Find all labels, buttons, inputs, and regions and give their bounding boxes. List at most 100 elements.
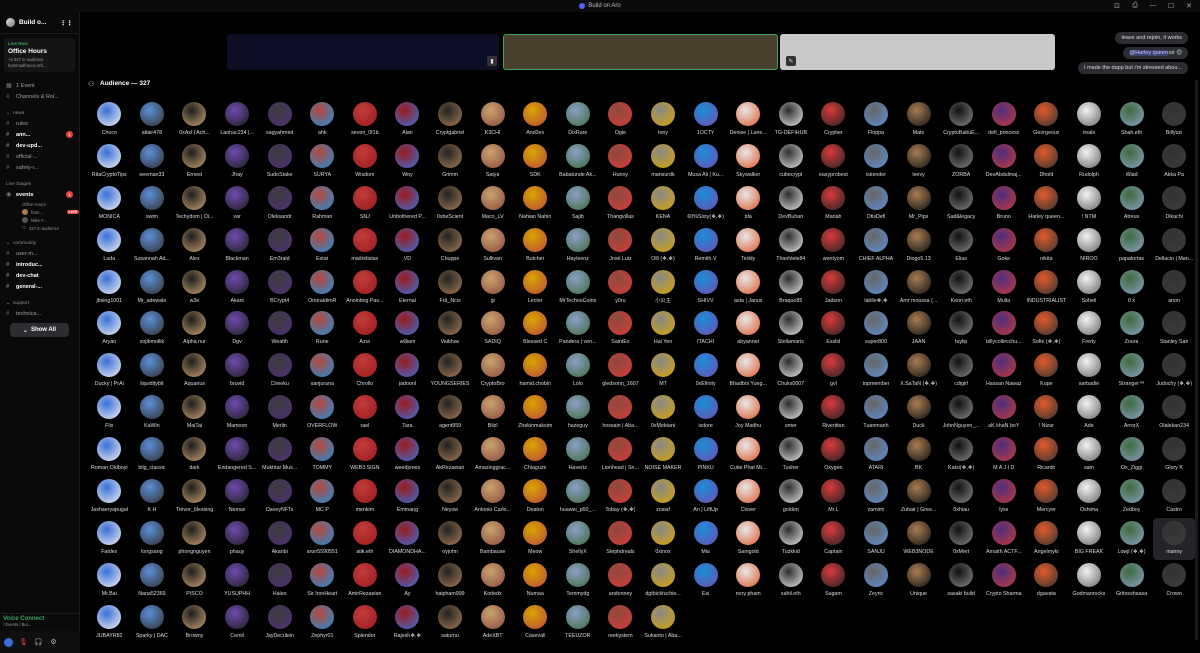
stream-tile-speaking[interactable]	[503, 34, 778, 70]
audience-member[interactable]: 小公主	[642, 267, 685, 309]
audience-member[interactable]: Chiaguze	[514, 434, 557, 476]
audience-member[interactable]: saturnu	[429, 602, 472, 644]
audience-member[interactable]: hamid.chobin	[514, 350, 557, 392]
audience-member[interactable]: Rudolph	[1068, 141, 1111, 183]
audience-member[interactable]: jadoonl	[386, 350, 429, 392]
category-live-stages[interactable]: Live Stages	[0, 179, 79, 189]
audience-member[interactable]: Cheeku	[258, 350, 301, 392]
audience-member[interactable]: Sukanto | Aba...	[642, 602, 685, 644]
audience-member[interactable]: dgtbicktuchie...	[642, 560, 685, 602]
audience-member[interactable]: Akanbi	[258, 518, 301, 560]
audience-member[interactable]: Ade	[1068, 392, 1111, 434]
audience-member[interactable]: Tuzkkid	[770, 518, 813, 560]
audience-member[interactable]: 1OCTY	[684, 99, 727, 141]
audience-member[interactable]: AmirRezaeian	[344, 560, 387, 602]
audience-member[interactable]: WEB3NODE	[897, 518, 940, 560]
audience-member[interactable]: lablle❖,❖	[855, 267, 898, 309]
audience-member[interactable]: SADIQ	[471, 308, 514, 350]
stage-events[interactable]: ◉ events 1	[0, 189, 79, 200]
audience-member[interactable]: Bruno	[982, 183, 1025, 225]
show-all-button[interactable]: ⌄ Show All	[10, 323, 69, 337]
audience-member[interactable]: Stephdreals	[599, 518, 642, 560]
category-news[interactable]: ⌄ news	[0, 108, 79, 118]
audience-member[interactable]: Harley queen...	[1025, 183, 1068, 225]
audience-member[interactable]: JayDeculein	[258, 602, 301, 644]
audience-member[interactable]: Blackman	[216, 225, 259, 267]
audience-member[interactable]: sanjurana	[301, 350, 344, 392]
audience-member[interactable]: andonney	[599, 560, 642, 602]
audience-member[interactable]: Hassan Nawaz	[982, 350, 1025, 392]
audience-member[interactable]: Jashaeryapugal	[88, 476, 131, 518]
audience-member[interactable]: Denise | Lune...	[727, 99, 770, 141]
audience-member[interactable]: Butcher	[514, 225, 557, 267]
audience-member[interactable]: Merlin	[258, 392, 301, 434]
audience-member[interactable]: Anointing Pas...	[344, 267, 387, 309]
audience-member[interactable]: JohnNguyen_...	[940, 392, 983, 434]
audience-member[interactable]: ahk	[301, 99, 344, 141]
audience-member[interactable]: ZORBA	[940, 141, 983, 183]
audience-member[interactable]: 0xMektani	[642, 392, 685, 434]
audience-member[interactable]: K3CHI	[471, 99, 514, 141]
channel-dev-updates[interactable]: # dev-upd...	[0, 140, 79, 151]
audience-member[interactable]: MC P	[301, 476, 344, 518]
audience-member[interactable]: Atreus	[1110, 183, 1153, 225]
audience-member[interactable]: easyprobest	[812, 141, 855, 183]
audience-member[interactable]: TEEUZOR	[557, 602, 600, 644]
audience-member[interactable]: sojibmollik	[131, 308, 174, 350]
audience-member[interactable]: PINKU	[684, 434, 727, 476]
audience-member[interactable]: Joy Madhu	[727, 392, 770, 434]
audience-member[interactable]: Mato	[897, 99, 940, 141]
audience-member[interactable]: Cryptgabriel	[429, 99, 472, 141]
audience-member[interactable]: Temmydg	[557, 560, 600, 602]
channel-dev-chat[interactable]: # dev-chat	[0, 270, 79, 281]
audience-member[interactable]: Meow	[514, 518, 557, 560]
audience-member[interactable]: BIG FREAK	[1068, 518, 1111, 560]
audience-member[interactable]: huawei_p60_...	[557, 476, 600, 518]
audience-member[interactable]: Ogie	[599, 99, 642, 141]
audience-member[interactable]: Techydom | Di...	[173, 183, 216, 225]
audience-member[interactable]: Numaa	[514, 560, 557, 602]
channel-introductions[interactable]: # introduc...	[0, 259, 79, 270]
audience-member[interactable]: Hunny	[599, 141, 642, 183]
audience-member[interactable]: Aquarius	[173, 350, 216, 392]
audience-member[interactable]: Mariah	[812, 183, 855, 225]
audience-member[interactable]: ArrorX	[1110, 392, 1153, 434]
audience-member[interactable]: swim	[131, 183, 174, 225]
audience-member[interactable]: YUSUPHH	[216, 560, 259, 602]
audience-member[interactable]: Eternal	[386, 267, 429, 309]
audience-member[interactable]: Vaibhav	[429, 308, 472, 350]
audience-member[interactable]: Judochy (❖,❖)	[1153, 350, 1196, 392]
audience-member[interactable]: 0 x	[1110, 267, 1153, 309]
audience-member[interactable]: Esi	[684, 560, 727, 602]
audience-member[interactable]: Mr_adewale	[131, 267, 174, 309]
audience-member[interactable]: Kodedx	[471, 560, 514, 602]
audience-member[interactable]: Billyuzi	[1153, 99, 1196, 141]
audience-member[interactable]: Hayleenz	[557, 225, 600, 267]
audience-member[interactable]: Trevor_blessing	[173, 476, 216, 518]
audience-member[interactable]: dgavata	[1025, 560, 1068, 602]
events-link[interactable]: ▦ 1 Event	[0, 80, 79, 91]
audience-member[interactable]: Kenn.eth	[940, 267, 983, 309]
audience-member[interactable]: Lolo	[557, 350, 600, 392]
audience-member[interactable]: longsang	[131, 518, 174, 560]
audience-member[interactable]: SaintEx	[599, 308, 642, 350]
category-support[interactable]: ⌄ support	[0, 298, 79, 308]
audience-member[interactable]: Nana52369	[131, 560, 174, 602]
audience-member[interactable]: And3ev	[514, 99, 557, 141]
audience-member[interactable]: phongnguyen	[173, 518, 216, 560]
audience-member[interactable]: Aryan	[88, 308, 131, 350]
audience-member[interactable]: Mia	[684, 518, 727, 560]
audience-member[interactable]: wentyom	[812, 225, 855, 267]
audience-member[interactable]: gi	[471, 267, 514, 309]
audience-member[interactable]: aK khaN boY	[982, 392, 1025, 434]
audience-member[interactable]: Mercyer	[1025, 476, 1068, 518]
audience-member[interactable]: ! Nizar	[1025, 392, 1068, 434]
audience-member[interactable]: Jhay	[216, 141, 259, 183]
audience-member[interactable]: Diogo5.13	[897, 225, 940, 267]
audience-member[interactable]: PISCO	[173, 560, 216, 602]
audience-member[interactable]: BCrypt4	[258, 267, 301, 309]
audience-member[interactable]: Mukhtar Mus...	[258, 434, 301, 476]
audience-member[interactable]: Oxygen	[812, 434, 855, 476]
audience-member[interactable]: OnuraldimR	[301, 267, 344, 309]
audience-member[interactable]: 60%Sixty(❖,❖)	[684, 183, 727, 225]
